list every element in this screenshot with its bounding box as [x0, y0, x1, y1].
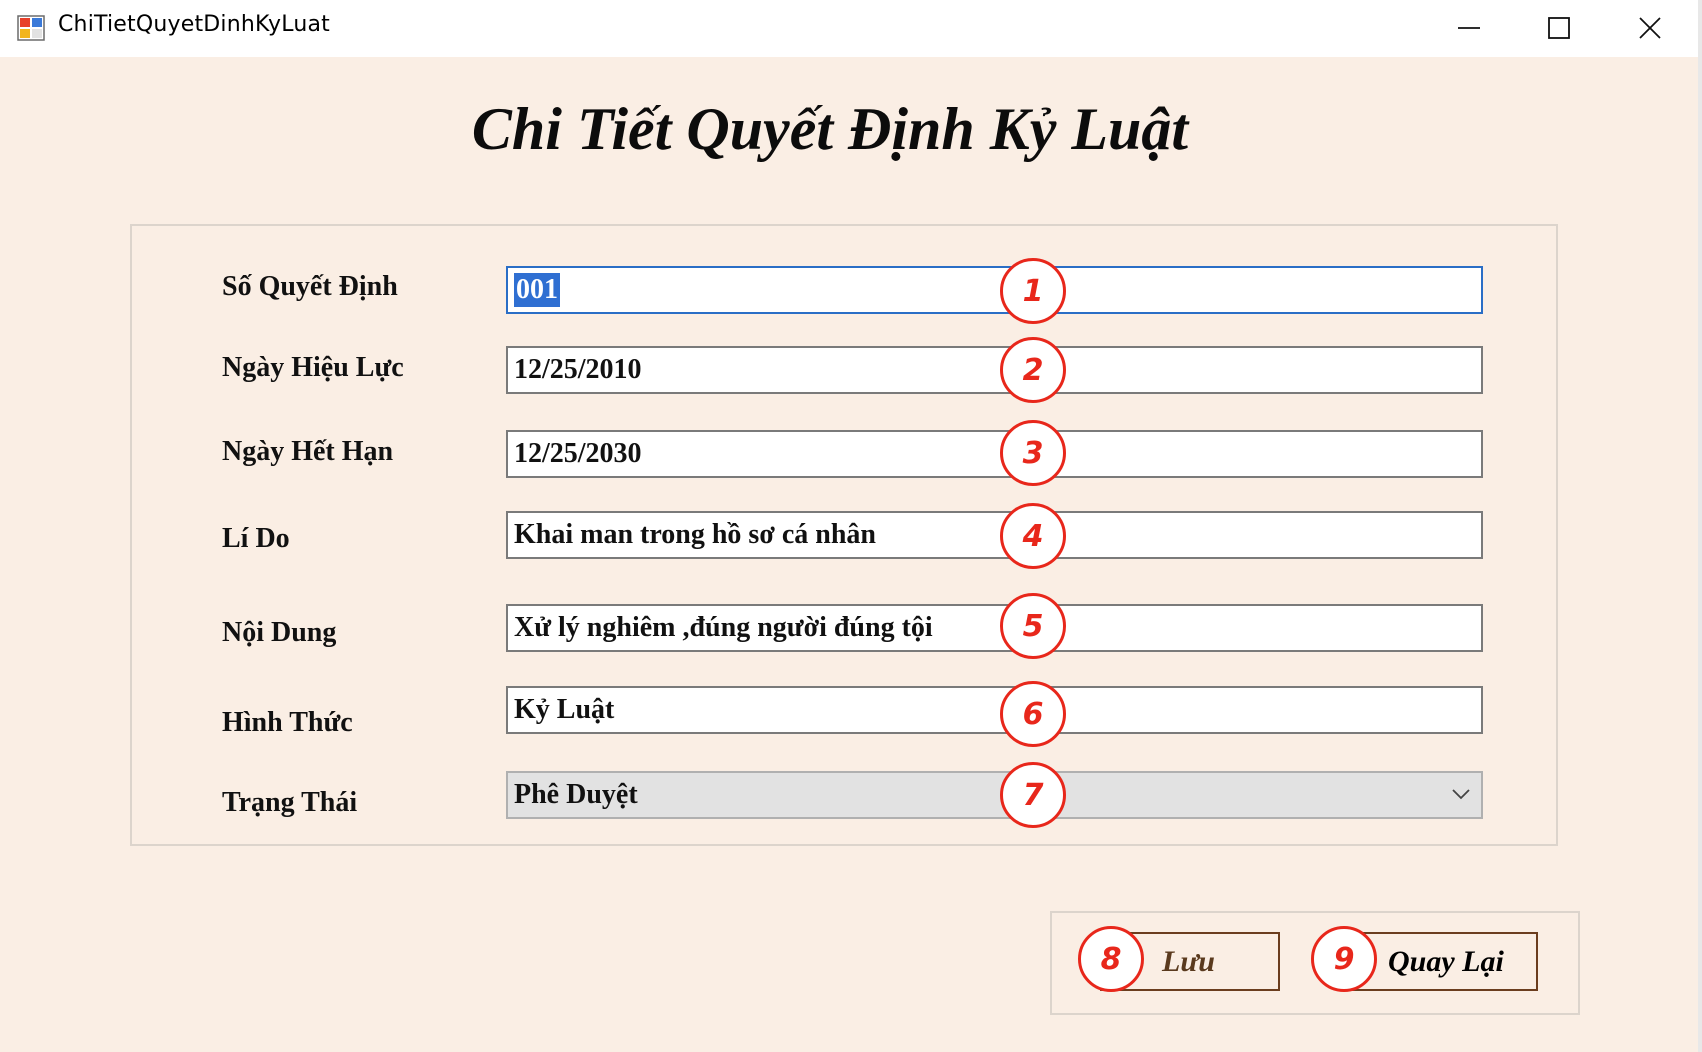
minimize-icon — [1458, 27, 1480, 29]
annotation-marker-6: 6 — [1000, 681, 1066, 747]
hinh-thuc-input[interactable]: Kỷ Luật — [506, 686, 1483, 734]
so-quyet-dinh-value: 001 — [514, 273, 560, 307]
page-title: Chi Tiết Quyết Định Kỷ Luật — [471, 96, 1189, 162]
trang-thai-value: Phê Duyệt — [514, 779, 638, 810]
annotation-marker-2: 2 — [1000, 337, 1066, 403]
ngay-het-han-input[interactable]: 12/25/2030 — [506, 430, 1483, 478]
close-icon — [1639, 17, 1661, 39]
ngay-het-han-value: 12/25/2030 — [514, 438, 642, 469]
minimize-button[interactable] — [1441, 8, 1497, 48]
hinh-thuc-label: Hình Thức — [222, 707, 353, 738]
annotation-marker-5: 5 — [1000, 593, 1066, 659]
back-button[interactable]: Quay Lại — [1350, 932, 1538, 991]
chevron-down-icon — [1452, 789, 1470, 800]
annotation-marker-9: 9 — [1311, 926, 1377, 992]
trang-thai-dropdown[interactable]: Phê Duyệt — [506, 771, 1483, 819]
noi-dung-input[interactable]: Xử lý nghiêm ,đúng người đúng tội — [506, 604, 1483, 652]
ngay-hieu-luc-input[interactable]: 12/25/2010 — [506, 346, 1483, 394]
hinh-thuc-value: Kỷ Luật — [514, 694, 615, 725]
title-bar: ChiTietQuyetDinhKyLuat — [0, 0, 1698, 57]
annotation-marker-8: 8 — [1078, 926, 1144, 992]
ngay-het-han-label: Ngày Hết Hạn — [222, 436, 394, 467]
close-button[interactable] — [1622, 8, 1678, 48]
form-window: ChiTietQuyetDinhKyLuat Chi Tiết Quyết Đị… — [0, 0, 1698, 1052]
annotation-marker-7: 7 — [1000, 762, 1066, 828]
window-edge-strip — [1698, 0, 1702, 1052]
maximize-button[interactable] — [1531, 8, 1587, 48]
noi-dung-value: Xử lý nghiêm ,đúng người đúng tội — [514, 612, 933, 643]
li-do-label: Lí Do — [222, 523, 290, 554]
so-quyet-dinh-input[interactable]: 001 — [506, 266, 1483, 314]
annotation-marker-4: 4 — [1000, 503, 1066, 569]
annotation-marker-1: 1 — [1000, 258, 1066, 324]
ngay-hieu-luc-value: 12/25/2010 — [514, 354, 642, 385]
li-do-value: Khai man trong hồ sơ cá nhân — [514, 519, 876, 550]
windows-form-icon — [17, 15, 45, 41]
li-do-input[interactable]: Khai man trong hồ sơ cá nhân — [506, 511, 1483, 559]
maximize-icon — [1548, 17, 1570, 39]
ngay-hieu-luc-label: Ngày Hiệu Lực — [222, 352, 404, 383]
back-button-label: Quay Lại — [1388, 944, 1504, 978]
trang-thai-label: Trạng Thái — [222, 787, 358, 818]
window-title: ChiTietQuyetDinhKyLuat — [58, 12, 330, 37]
so-quyet-dinh-label: Số Quyết Định — [222, 271, 398, 302]
noi-dung-label: Nội Dung — [222, 617, 337, 648]
annotation-marker-3: 3 — [1000, 420, 1066, 486]
save-button-label: Lưu — [1162, 944, 1215, 978]
